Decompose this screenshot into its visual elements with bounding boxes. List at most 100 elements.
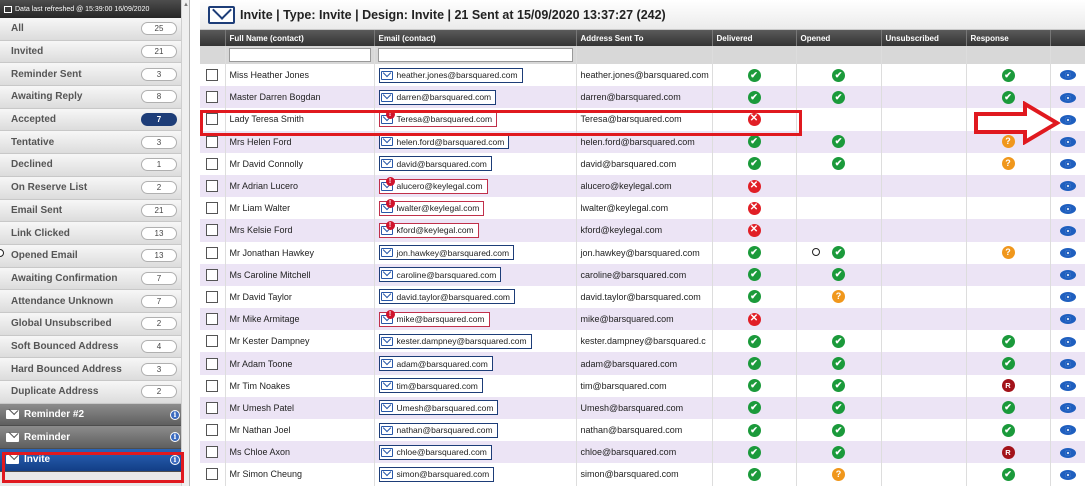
sidebar-item-reminder-sent[interactable]: Reminder Sent 3 [0,63,189,87]
email-link[interactable]: ! alucero@keylegal.com [378,176,488,194]
eye-icon[interactable] [1059,292,1076,303]
table-row[interactable]: Mr Kester Dampney kester.dampney@barsquar… [200,330,1085,353]
eye-icon[interactable] [1059,358,1076,369]
row-checkbox[interactable] [206,335,219,348]
row-checkbox[interactable] [206,202,219,215]
sidebar-scrollbar[interactable]: ▲ [181,0,189,486]
eye-icon[interactable] [1059,381,1076,392]
email-link[interactable]: david.taylor@barsquared.com [378,289,516,305]
sidebar-item-email-sent[interactable]: Email Sent 21 [0,199,189,223]
table-row[interactable]: Mr David Taylor david.taylor@barsquared.c… [200,285,1085,309]
schedule-item-reminder[interactable]: Reminder i [0,426,189,450]
email-link[interactable]: Umesh@barsquared.com [378,400,499,416]
sidebar-item-awaiting-reply[interactable]: Awaiting Reply 8 [0,86,189,109]
table-row[interactable]: Mr Adam Toone adam@barsquared.com adam@bar… [200,352,1085,375]
eye-icon[interactable] [1059,70,1076,81]
row-checkbox[interactable] [206,69,219,82]
sidebar-item-opened-email[interactable]: Opened Email 13 [0,244,189,268]
row-checkbox[interactable] [206,379,219,392]
column-header[interactable]: Full Name (contact) [225,30,375,46]
table-row[interactable]: Mrs Kelsie Ford! kford@keylegal.com kford@… [200,219,1085,242]
sidebar-item-duplicate-address[interactable]: Duplicate Address 2 [0,381,189,404]
column-header[interactable]: Opened [796,30,882,46]
table-row[interactable]: Mr David Connolly david@barsquared.com dav… [200,152,1085,175]
row-checkbox[interactable] [206,246,219,259]
eye-icon[interactable] [1059,247,1076,258]
row-checkbox[interactable] [206,113,219,126]
email-link[interactable]: kester.dampney@barsquared.com [378,333,532,349]
column-header[interactable]: Address Sent To [576,30,713,46]
row-checkbox[interactable] [206,135,219,148]
sidebar-item-on-reserve-list[interactable]: On Reserve List 2 [0,176,189,200]
email-link[interactable]: ! kford@keylegal.com [378,220,479,238]
email-link[interactable]: ! mike@barsquared.com [378,309,490,327]
email-link[interactable]: david@barsquared.com [378,156,492,172]
eye-icon[interactable] [1059,314,1076,325]
row-checkbox[interactable] [206,224,219,237]
sidebar-item-tentative[interactable]: Tentative 3 [0,131,189,155]
row-checkbox[interactable] [206,446,219,459]
info-icon[interactable]: i [170,454,180,465]
sidebar-item-soft-bounced-address[interactable]: Soft Bounced Address 4 [0,335,189,359]
email-link[interactable]: ! lwalter@keylegal.com [378,198,485,216]
sidebar-item-global-unsubscribed[interactable]: Global Unsubscribed 2 [0,312,189,336]
eye-icon[interactable] [1059,270,1076,281]
table-row[interactable]: Mr Nathan Joel nathan@barsquared.com natha… [200,419,1085,442]
sidebar-item-invited[interactable]: Invited 21 [0,40,189,64]
row-checkbox[interactable] [206,91,219,104]
eye-icon[interactable] [1059,114,1076,125]
row-checkbox[interactable] [206,468,219,481]
eye-icon[interactable] [1059,92,1076,103]
row-checkbox[interactable] [206,157,219,170]
sidebar-item-declined[interactable]: Declined 1 [0,154,189,177]
row-checkbox[interactable] [206,290,219,303]
table-row[interactable]: Ms Chloe Axon chloe@barsquared.com chloe@b… [200,441,1085,464]
eye-icon[interactable] [1059,447,1076,458]
table-row[interactable]: Miss Heather Jones heather.jones@barsquar… [200,64,1085,87]
email-link[interactable]: chloe@barsquared.com [378,444,492,460]
email-link[interactable]: darren@barsquared.com [378,89,497,105]
eye-icon[interactable] [1059,203,1076,214]
sidebar-item-accepted[interactable]: Accepted 7 [0,108,189,132]
eye-icon[interactable] [1059,403,1076,414]
table-row[interactable]: Mr Adrian Lucero! alucero@keylegal.com alu… [200,174,1085,198]
table-row[interactable]: Mr Umesh Patel Umesh@barsquared.com Umesh@… [200,396,1085,419]
email-link[interactable]: caroline@barsquared.com [378,267,502,283]
email-link[interactable]: heather.jones@barsquared.com [378,67,523,83]
eye-icon[interactable] [1059,225,1076,236]
eye-icon[interactable] [1059,469,1076,480]
row-checkbox[interactable] [206,268,219,281]
table-row[interactable]: Mr Mike Armitage! mike@barsquared.com mike… [200,308,1085,331]
row-checkbox[interactable] [206,424,219,437]
row-checkbox[interactable] [206,357,219,370]
info-icon[interactable]: i [170,409,180,420]
row-checkbox[interactable] [206,313,219,326]
scroll-up-icon[interactable]: ▲ [182,2,189,8]
sidebar-item-attendance-unknown[interactable]: Attendance Unknown 7 [0,290,189,313]
eye-icon[interactable] [1059,181,1076,192]
email-link[interactable]: jon.hawkey@barsquared.com [378,245,515,261]
row-checkbox[interactable] [206,401,219,414]
email-link[interactable]: simon@barsquared.com [378,466,495,482]
sidebar-item-awaiting-confirmation[interactable]: Awaiting Confirmation 7 [0,267,189,291]
info-icon[interactable]: i [170,432,180,443]
email-filter-input[interactable] [377,48,573,62]
schedule-item-invite[interactable]: Invite i [0,449,189,472]
sidebar-item-all[interactable]: All 25 [0,18,189,41]
email-link[interactable]: helen.ford@barsquared.com [378,134,510,150]
table-row[interactable]: Mr Liam Walter! lwalter@keylegal.com lwalt… [200,197,1085,220]
table-row[interactable]: Lady Teresa Smith! Teresa@barsquared.com T… [200,108,1085,131]
name-filter-input[interactable] [228,48,371,62]
column-header[interactable]: Response [966,30,1051,46]
email-link[interactable]: nathan@barsquared.com [378,422,498,438]
row-checkbox[interactable] [206,180,219,193]
email-link[interactable]: tim@barsquared.com [378,378,483,394]
eye-icon[interactable] [1059,336,1076,347]
schedule-item-reminder-2[interactable]: Reminder #2 i [0,403,189,427]
column-header[interactable]: Unsubscribed [881,30,967,46]
column-header[interactable]: Delivered [712,30,797,46]
column-header[interactable]: Email (contact) [374,30,577,46]
table-row[interactable]: Mr Tim Noakes tim@barsquared.com tim@barsq… [200,374,1085,397]
table-row[interactable]: Master Darren Bogdan darren@barsquared.co… [200,86,1085,109]
table-row[interactable]: Mrs Helen Ford helen.ford@barsquared.com h… [200,130,1085,153]
